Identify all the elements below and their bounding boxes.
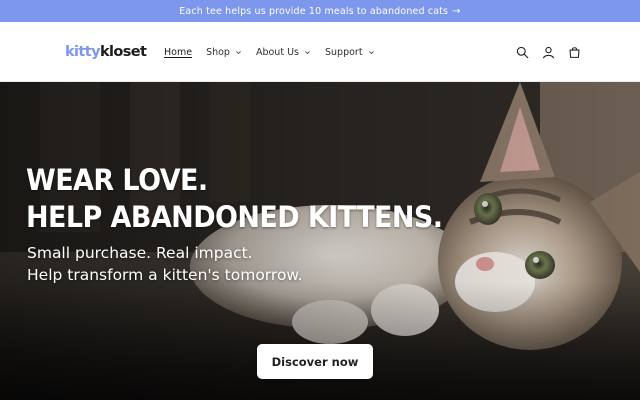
headline-line-1: WEAR LOVE. <box>26 163 208 197</box>
cart-icon <box>569 46 579 58</box>
subline-line-1: Small purchase. Real impact. <box>27 244 253 262</box>
nav-item-shop[interactable]: Shop <box>206 47 242 58</box>
nav-item-about-us[interactable]: About Us <box>256 47 311 58</box>
account-icon <box>542 46 554 58</box>
hero-banner: WEAR LOVE. HELP ABANDONED KITTENS. Small… <box>0 82 640 400</box>
nav-item-home[interactable]: Home <box>164 47 192 58</box>
hero-headline: WEAR LOVE. HELP ABANDONED KITTENS. <box>26 162 443 236</box>
chevron-down-icon <box>236 50 241 54</box>
nav-item-label: Shop <box>206 46 230 58</box>
account-button[interactable] <box>540 44 556 60</box>
nav-item-label: About Us <box>255 46 299 58</box>
logo-text-kitty: kitty <box>65 44 101 60</box>
hero-bottom-overlay <box>0 282 640 400</box>
announcement-text: Each tee helps us provide 10 meals to ab… <box>179 5 449 17</box>
site-logo[interactable]: kittykloset <box>65 42 147 62</box>
logo-text-kloset: kloset <box>99 44 147 60</box>
discover-now-button[interactable]: Discover now <box>257 344 373 379</box>
site-header: kittykloset Home Shop About Us Support <box>0 22 640 82</box>
nav-item-support[interactable]: Support <box>325 47 375 58</box>
header-icons <box>514 44 592 60</box>
subline-line-2: Help transform a kitten's tomorrow. <box>27 266 303 284</box>
main-nav: Home Shop About Us Support <box>164 44 389 60</box>
search-button[interactable] <box>514 44 530 60</box>
headline-line-2: HELP ABANDONED KITTENS. <box>26 200 443 234</box>
hero-subheadline: Small purchase. Real impact. Help transf… <box>27 242 303 286</box>
arrow-right-icon: → <box>452 5 461 17</box>
cart-button[interactable] <box>566 44 582 60</box>
announcement-bar[interactable]: Each tee helps us provide 10 meals to ab… <box>0 0 640 22</box>
chevron-down-icon <box>368 50 374 54</box>
chevron-down-icon <box>305 50 310 54</box>
nav-item-label: Home <box>164 46 193 58</box>
search-icon <box>516 46 528 58</box>
nav-item-label: Support <box>324 46 363 58</box>
